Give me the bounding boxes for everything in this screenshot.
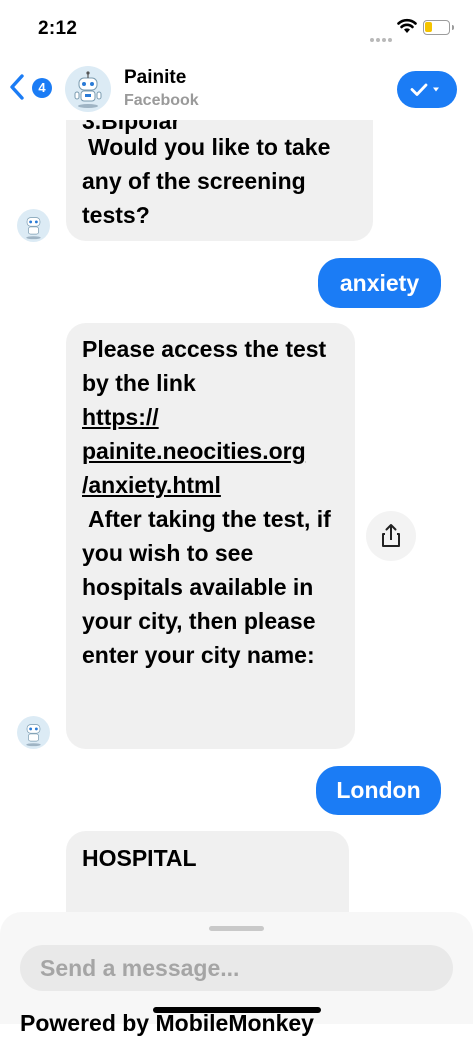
- message-text: anxiety: [339, 270, 420, 296]
- message-link[interactable]: https:// painite.neocities.org /anxiety.…: [82, 400, 339, 502]
- chat-title: Painite: [124, 67, 187, 88]
- chevron-left-icon: [10, 74, 24, 100]
- robot-icon: [74, 71, 102, 108]
- message-text: Would you like to take any of the screen…: [82, 134, 331, 228]
- message-link-line: https://: [82, 404, 159, 430]
- checkmark-icon: [410, 83, 439, 96]
- share-button[interactable]: [366, 511, 416, 561]
- back-button[interactable]: 4: [10, 72, 58, 104]
- robot-icon: [26, 217, 41, 240]
- message-text: HOSPITAL: [82, 845, 197, 871]
- bot-avatar: [17, 716, 50, 749]
- message-text: London: [336, 777, 421, 803]
- message-link-line: painite.neocities.org: [82, 438, 306, 464]
- share-icon: [382, 524, 400, 547]
- caret-down-icon: [433, 87, 439, 92]
- message-text: Please access the test by the link: [82, 336, 327, 396]
- message-bubble-user: anxiety: [318, 258, 441, 308]
- options-button[interactable]: [397, 71, 457, 108]
- bot-avatar: [17, 209, 50, 242]
- message-bubble-user: London: [316, 766, 441, 815]
- message-bubble-bot: Please access the test by the link https…: [66, 323, 355, 749]
- cellular-signal-icon: [370, 29, 394, 47]
- message-input[interactable]: Send a message...: [20, 945, 453, 991]
- status-time: 2:12: [38, 18, 78, 39]
- message-input-placeholder: Send a message...: [40, 955, 240, 981]
- message-text: After taking the test, if you wish to se…: [82, 506, 331, 668]
- drag-handle[interactable]: [209, 926, 264, 931]
- status-bar: 2:12: [0, 0, 473, 58]
- chat-header: 4 Painite Facebook: [0, 58, 473, 120]
- robot-icon: [26, 724, 41, 747]
- avatar[interactable]: [65, 66, 111, 112]
- battery-icon: [423, 20, 454, 35]
- unread-badge: 4: [32, 78, 52, 98]
- chat-subtitle: Facebook: [124, 92, 199, 109]
- home-indicator[interactable]: [153, 1007, 321, 1013]
- wifi-icon: [397, 18, 417, 39]
- message-link-line: /anxiety.html: [82, 472, 221, 498]
